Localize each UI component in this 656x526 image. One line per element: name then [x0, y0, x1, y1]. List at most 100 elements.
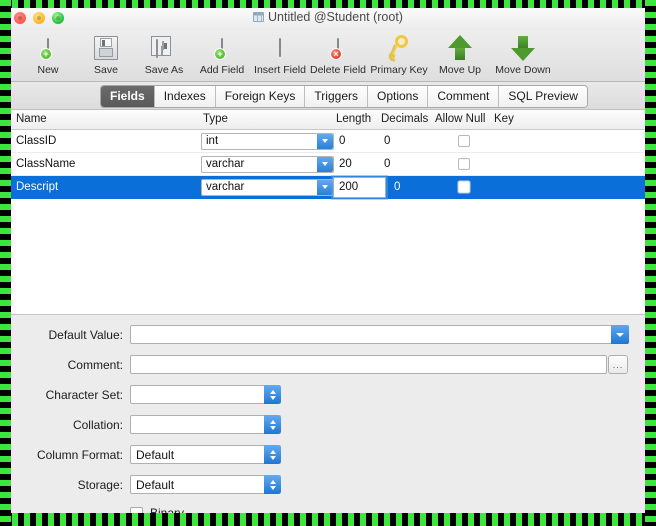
fields-grid-header: Name Type Length Decimals Allow Null Key: [11, 110, 645, 130]
cell-length[interactable]: 0: [339, 130, 345, 152]
cell-length-input-focused[interactable]: 200: [333, 176, 386, 198]
inspector-row-default-value: Default Value:: [11, 324, 645, 345]
label-default-value: Default Value:: [48, 327, 124, 342]
cell-type-value: int: [206, 135, 219, 147]
toolbar-label-save-as: Save As: [144, 64, 184, 76]
column-header-length[interactable]: Length: [336, 113, 371, 125]
window-titlebar: Untitled @Student (root): [11, 8, 645, 30]
label-binary: Binary: [150, 506, 185, 513]
window-title: Untitled @Student (root): [268, 10, 403, 24]
window-title-container: Untitled @Student (root): [11, 10, 645, 24]
label-collation: Collation:: [72, 417, 123, 432]
stepper-icon[interactable]: [264, 385, 281, 404]
character-set-combo[interactable]: [130, 385, 281, 404]
toolbar-button-new[interactable]: + New: [19, 30, 77, 76]
label-storage: Storage:: [77, 477, 123, 492]
new-table-icon: +: [40, 33, 52, 63]
toolbar-label-delete-field: Delete Field: [309, 64, 367, 76]
cell-type-value: varchar: [206, 158, 245, 170]
table-icon: [253, 12, 264, 22]
toolbar-label-primary-key: Primary Key: [370, 64, 428, 76]
comment-more-button[interactable]: ...: [608, 355, 628, 374]
inspector-row-comment: Comment: ...: [11, 354, 645, 375]
cell-length[interactable]: 20: [339, 153, 352, 175]
field-inspector-panel: Default Value: Comment: ... Character Se…: [11, 314, 645, 513]
cell-decimals[interactable]: 0: [394, 176, 400, 198]
chevron-down-icon[interactable]: [611, 325, 629, 344]
save-floppy-icon: [94, 33, 118, 63]
tab-bar: Fields Indexes Foreign Keys Triggers Opt…: [11, 82, 645, 110]
cell-type-combo[interactable]: varchar: [201, 178, 334, 196]
chevron-down-icon[interactable]: [317, 133, 333, 149]
cell-type-combo[interactable]: int: [201, 132, 334, 150]
column-header-type[interactable]: Type: [203, 113, 228, 125]
cell-name[interactable]: Descript: [16, 176, 58, 198]
tab-fields[interactable]: Fields: [101, 86, 155, 107]
default-value-combo[interactable]: [130, 325, 629, 344]
column-header-name[interactable]: Name: [16, 113, 47, 125]
toolbar-button-add-field[interactable]: + Add Field: [193, 30, 251, 76]
cell-name[interactable]: ClassID: [16, 130, 56, 152]
cell-type-combo[interactable]: varchar: [201, 155, 334, 173]
stepper-icon[interactable]: [264, 415, 281, 434]
main-toolbar: + New Save Save As + Add Field Insert Fi…: [11, 30, 645, 82]
chevron-down-icon[interactable]: [317, 179, 333, 195]
fields-grid: Name Type Length Decimals Allow Null Key…: [11, 110, 645, 314]
inspector-row-binary: Binary: [11, 504, 645, 513]
arrow-down-icon: [511, 33, 535, 63]
toolbar-button-delete-field[interactable]: × Delete Field: [309, 30, 367, 76]
table-row[interactable]: ClassName varchar 20 0: [11, 153, 645, 176]
inspector-row-character-set: Character Set:: [11, 384, 645, 405]
label-column-format: Column Format:: [36, 447, 123, 462]
cell-allow-null-checkbox[interactable]: [458, 158, 470, 170]
stepper-icon[interactable]: [264, 445, 281, 464]
column-header-key[interactable]: Key: [494, 113, 514, 125]
toolbar-button-move-down[interactable]: Move Down: [489, 30, 557, 76]
toolbar-label-add-field: Add Field: [199, 64, 245, 76]
cell-decimals[interactable]: 0: [384, 153, 390, 175]
toolbar-button-primary-key[interactable]: Primary Key: [367, 30, 431, 76]
cell-decimals[interactable]: 0: [384, 130, 390, 152]
table-row-selected[interactable]: Descript varchar 200 0: [11, 176, 645, 199]
tab-indexes[interactable]: Indexes: [154, 86, 216, 107]
stepper-icon[interactable]: [264, 475, 281, 494]
comment-input[interactable]: ...: [130, 355, 628, 374]
add-field-grid-icon: +: [214, 33, 226, 63]
collation-combo[interactable]: [130, 415, 281, 434]
arrow-up-icon: [448, 33, 472, 63]
delete-field-grid-icon: ×: [330, 33, 342, 63]
toolbar-button-save-as[interactable]: Save As: [135, 30, 193, 76]
screenshot-selection-border: Untitled @Student (root) + New Save Save…: [0, 0, 656, 526]
table-row[interactable]: ClassID int 0 0: [11, 130, 645, 153]
toolbar-label-save: Save: [94, 64, 118, 76]
tab-options[interactable]: Options: [368, 86, 429, 107]
tab-sql-preview[interactable]: SQL Preview: [499, 86, 587, 107]
tab-comment[interactable]: Comment: [428, 86, 500, 107]
cell-allow-null-checkbox[interactable]: [458, 181, 470, 193]
toolbar-label-move-down: Move Down: [495, 64, 551, 76]
tab-foreign-keys[interactable]: Foreign Keys: [215, 86, 306, 107]
toolbar-button-save[interactable]: Save: [77, 30, 135, 76]
column-header-decimals[interactable]: Decimals: [381, 113, 428, 125]
storage-combo[interactable]: Default: [130, 475, 281, 494]
save-as-floppy-icon: [151, 33, 177, 63]
cell-allow-null-checkbox[interactable]: [458, 135, 470, 147]
cell-name[interactable]: ClassName: [16, 153, 75, 175]
tab-triggers[interactable]: Triggers: [305, 86, 368, 107]
column-format-combo[interactable]: Default: [130, 445, 281, 464]
insert-field-grid-icon: [279, 33, 281, 63]
key-icon: [385, 33, 413, 63]
column-header-allow-null[interactable]: Allow Null: [435, 113, 486, 125]
binary-checkbox[interactable]: [130, 506, 143, 513]
toolbar-label-insert-field: Insert Field: [254, 64, 306, 76]
database-designer-window: Untitled @Student (root) + New Save Save…: [11, 8, 645, 513]
chevron-down-icon[interactable]: [317, 156, 333, 172]
tab-group: Fields Indexes Foreign Keys Triggers Opt…: [100, 85, 588, 108]
inspector-row-column-format: Column Format: Default: [11, 444, 645, 465]
inspector-row-storage: Storage: Default: [11, 474, 645, 495]
label-comment: Comment:: [67, 357, 123, 372]
toolbar-button-move-up[interactable]: Move Up: [431, 30, 489, 76]
label-character-set: Character Set:: [45, 387, 123, 402]
toolbar-button-insert-field[interactable]: Insert Field: [251, 30, 309, 76]
inspector-row-collation: Collation:: [11, 414, 645, 435]
